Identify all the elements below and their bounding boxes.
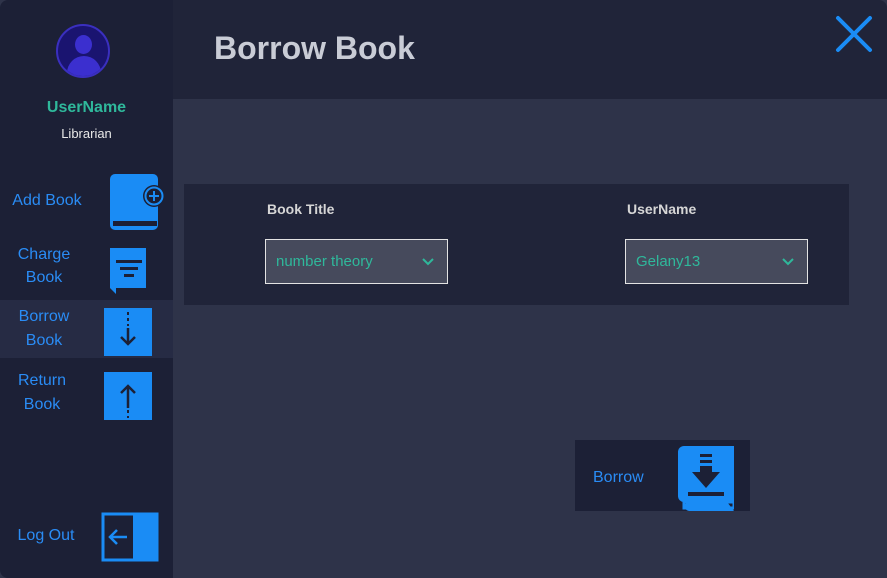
username-value: Gelany13 bbox=[636, 253, 701, 270]
sidebar-item-label-line1: Charge bbox=[17, 246, 71, 263]
sidebar-item-label-line2: Book bbox=[25, 269, 63, 286]
sidebar-item-borrow-book[interactable]: Borrow Book bbox=[0, 300, 173, 358]
logout-button[interactable]: Log Out bbox=[0, 510, 173, 562]
book-return-icon bbox=[104, 372, 152, 420]
borrow-button-label: Borrow bbox=[593, 469, 644, 486]
logout-icon bbox=[101, 512, 159, 562]
close-icon[interactable] bbox=[834, 14, 874, 54]
sidebar: UserName Librarian Add Book Charge Book bbox=[0, 0, 173, 578]
sidebar-item-label-line2: Book bbox=[25, 332, 63, 349]
book-borrow-icon bbox=[104, 308, 152, 356]
username-select[interactable]: Gelany13 bbox=[625, 239, 808, 284]
book-title-select[interactable]: number theory bbox=[265, 239, 448, 284]
sidebar-item-add-book[interactable]: Add Book bbox=[0, 170, 173, 232]
book-title-value: number theory bbox=[276, 253, 373, 270]
sidebar-item-label-line1: Borrow bbox=[18, 308, 70, 325]
sidebar-item-label-line2: Book bbox=[23, 396, 61, 413]
sidebar-item-return-book[interactable]: Return Book bbox=[0, 366, 173, 424]
sidebar-item-label: Add Book bbox=[12, 192, 82, 209]
user-role: Librarian bbox=[61, 126, 112, 141]
book-download-icon bbox=[678, 446, 734, 511]
book-add-icon bbox=[110, 174, 165, 230]
sidebar-item-charge-book[interactable]: Charge Book bbox=[0, 240, 173, 296]
username-label: UserName bbox=[627, 201, 697, 217]
sidebar-item-label-line1: Return bbox=[17, 372, 67, 389]
page-title: Borrow Book bbox=[214, 30, 415, 66]
book-charge-icon bbox=[110, 248, 146, 294]
book-title-label: Book Title bbox=[267, 201, 335, 217]
logout-label: Log Out bbox=[17, 527, 75, 544]
chevron-down-icon bbox=[782, 258, 794, 266]
avatar bbox=[56, 24, 110, 78]
chevron-down-icon bbox=[422, 258, 434, 266]
user-name: UserName bbox=[46, 99, 127, 116]
borrow-button[interactable]: Borrow bbox=[575, 440, 750, 511]
borrow-book-window: UserName Librarian Add Book Charge Book bbox=[0, 0, 887, 578]
